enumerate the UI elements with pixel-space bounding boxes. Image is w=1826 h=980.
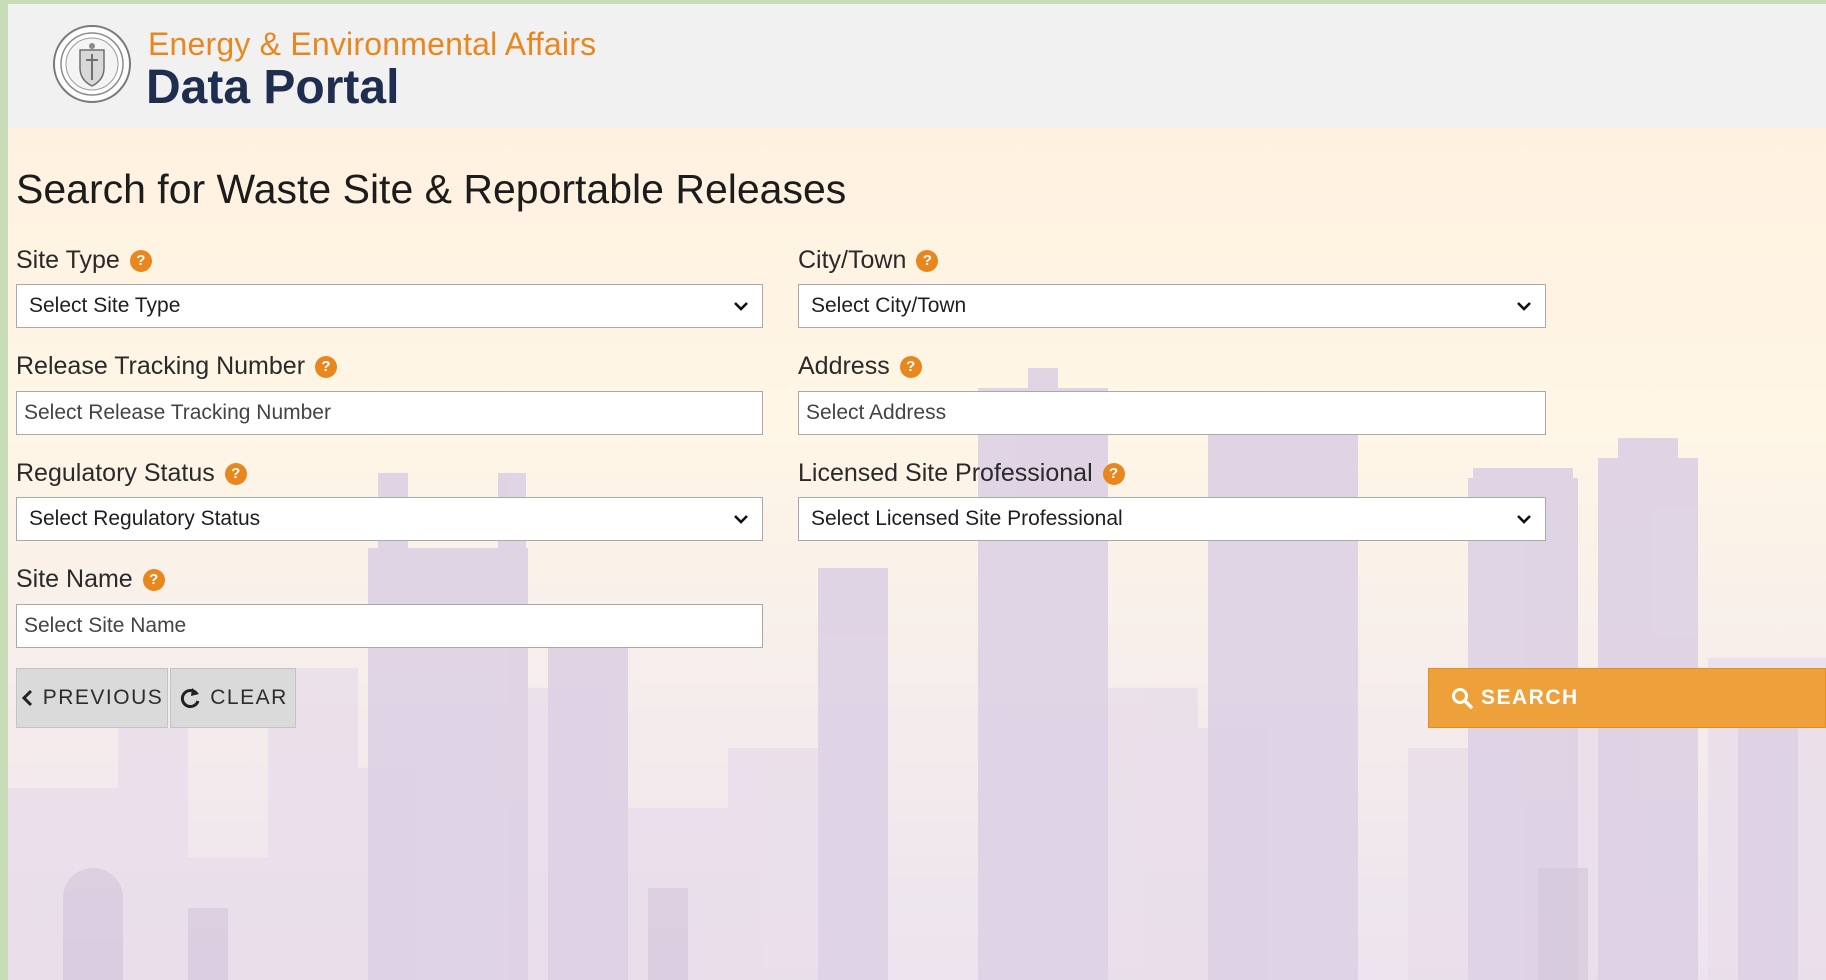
rtn-input[interactable]: Select Release Tracking Number	[16, 391, 763, 435]
search-panel: Search for Waste Site & Reportable Relea…	[8, 128, 1826, 980]
lsp-select-value: Select Licensed Site Professional	[811, 507, 1123, 530]
address-input-placeholder: Select Address	[806, 401, 947, 424]
city-town-select[interactable]: Select City/Town	[798, 284, 1546, 328]
site-type-select[interactable]: Select Site Type	[16, 284, 763, 328]
site-type-label: Site Type ?	[16, 246, 152, 275]
site-name-input-placeholder: Select Site Name	[24, 614, 187, 637]
magnifier-icon	[1452, 688, 1473, 709]
chevron-down-icon	[1517, 302, 1531, 311]
help-circle-icon[interactable]: ?	[315, 355, 338, 378]
address-label-text: Address	[798, 352, 890, 380]
help-circle-icon[interactable]: ?	[129, 249, 152, 272]
lsp-label: Licensed Site Professional ?	[798, 459, 1125, 488]
chevron-down-icon	[1517, 515, 1531, 524]
address-label: Address ?	[798, 352, 922, 381]
brand-title: Data Portal	[146, 61, 400, 114]
chevron-left-icon	[21, 689, 32, 707]
previous-button-label: PREVIOUS	[42, 686, 164, 709]
city-town-label-text: City/Town	[798, 246, 907, 274]
page-title: Search for Waste Site & Reportable Relea…	[16, 166, 847, 212]
help-circle-icon[interactable]: ?	[142, 568, 165, 591]
site-name-input[interactable]: Select Site Name	[16, 604, 763, 648]
site-name-label-text: Site Name	[16, 565, 133, 593]
refresh-icon	[181, 688, 200, 708]
clear-button-label: CLEAR	[210, 686, 288, 709]
lsp-label-text: Licensed Site Professional	[798, 459, 1093, 487]
search-button-label: SEARCH	[1481, 686, 1579, 709]
help-circle-icon[interactable]: ?	[916, 249, 939, 272]
regulatory-status-select[interactable]: Select Regulatory Status	[16, 497, 763, 541]
site-header: Energy & Environmental Affairs Data Port…	[8, 4, 1826, 128]
rtn-label-text: Release Tracking Number	[16, 352, 306, 380]
chevron-down-icon	[734, 302, 748, 311]
brand-subtitle: Energy & Environmental Affairs	[148, 26, 597, 62]
search-button[interactable]: SEARCH	[1428, 668, 1826, 728]
city-town-select-value: Select City/Town	[811, 294, 967, 317]
help-circle-icon[interactable]: ?	[224, 462, 247, 485]
regulatory-status-select-value: Select Regulatory Status	[29, 507, 261, 530]
site-name-label: Site Name ?	[16, 565, 165, 594]
lsp-select[interactable]: Select Licensed Site Professional	[798, 497, 1546, 541]
help-circle-icon[interactable]: ?	[1102, 462, 1125, 485]
address-input[interactable]: Select Address	[798, 391, 1546, 435]
clear-button[interactable]: CLEAR	[170, 668, 296, 728]
regulatory-status-label-text: Regulatory Status	[16, 459, 215, 487]
rtn-label: Release Tracking Number ?	[16, 352, 338, 381]
regulatory-status-label: Regulatory Status ?	[16, 459, 247, 488]
site-type-select-value: Select Site Type	[29, 294, 181, 317]
chevron-down-icon	[734, 515, 748, 524]
site-type-label-text: Site Type	[16, 246, 120, 274]
app-frame: Energy & Environmental Affairs Data Port…	[8, 4, 1826, 980]
previous-button[interactable]: PREVIOUS	[16, 668, 168, 728]
city-town-label: City/Town ?	[798, 246, 939, 275]
rtn-input-placeholder: Select Release Tracking Number	[24, 401, 331, 424]
help-circle-icon[interactable]: ?	[899, 355, 922, 378]
massachusetts-seal-icon	[53, 25, 131, 103]
